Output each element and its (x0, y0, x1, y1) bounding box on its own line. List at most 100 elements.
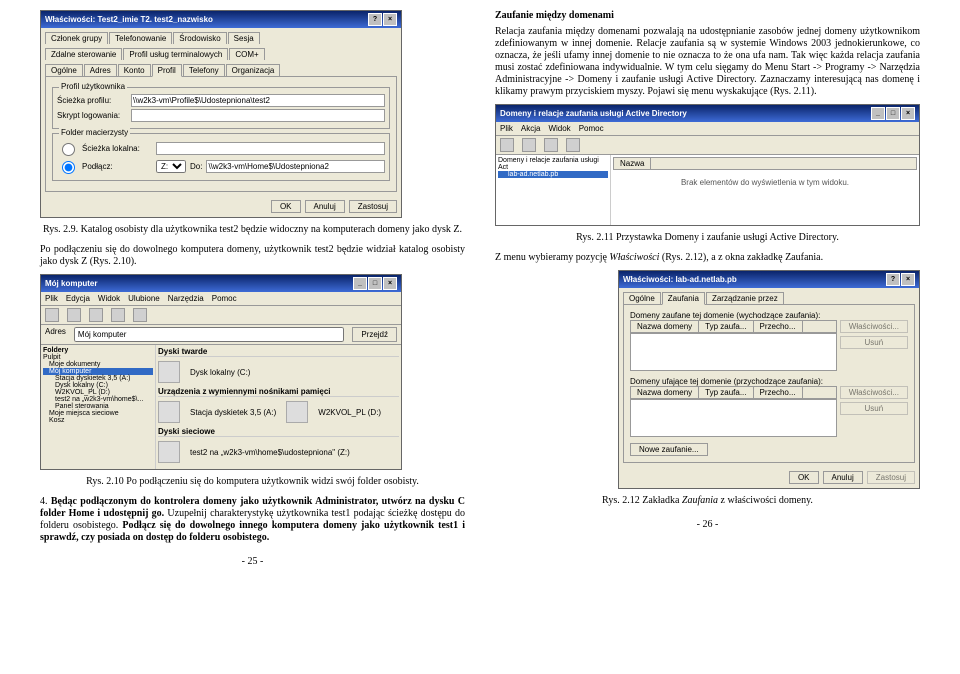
props-button[interactable]: Właściwości... (840, 320, 908, 333)
menu-edit[interactable]: Edycja (66, 294, 90, 303)
search-icon[interactable] (111, 308, 125, 322)
drive-a[interactable]: Stacja dyskietek 3,5 (A:) (190, 408, 276, 417)
tab-general[interactable]: Ogólne (45, 64, 83, 76)
tab-dialin[interactable]: Telefonowanie (109, 32, 172, 44)
back-icon[interactable] (45, 308, 59, 322)
tab-account[interactable]: Konto (118, 64, 151, 76)
col-domain[interactable]: Nazwa domeny (631, 321, 699, 332)
tree-trash[interactable]: Kosz (43, 417, 153, 424)
tree-desktop[interactable]: Pulpit (43, 354, 153, 361)
help-icon[interactable] (566, 138, 580, 152)
tab-session[interactable]: Sesja (228, 32, 260, 44)
address-input[interactable] (74, 327, 344, 342)
my-computer-window: Mój komputer _□× Plik Edycja Widok Ulubi… (40, 274, 402, 470)
profile-path-input[interactable] (131, 94, 385, 107)
tree-root[interactable]: Domeny i relacje zaufania usługi Act (498, 157, 608, 171)
tree-floppy[interactable]: Stacja dyskietek 3,5 (A:) (43, 375, 153, 382)
refresh-icon[interactable] (544, 138, 558, 152)
titlebar: Mój komputer _□× (41, 275, 401, 292)
menu-view[interactable]: Widok (548, 124, 570, 133)
help-icon[interactable]: ? (368, 13, 382, 26)
tab-remote[interactable]: Zdalne sterowanie (45, 48, 122, 60)
col-trans[interactable]: Przecho... (754, 321, 803, 332)
tab-address[interactable]: Adres (84, 64, 117, 76)
drive-select[interactable]: Z: (156, 160, 186, 173)
remove-button[interactable]: Usuń (840, 402, 908, 415)
para-menu: Z menu wybieramy pozycję Właściwości (Ry… (495, 252, 920, 264)
empty-msg: Brak elementów do wyświetlenia w tym wid… (613, 170, 917, 195)
fwd-icon[interactable] (67, 308, 81, 322)
page-number: - 25 - (40, 556, 465, 568)
folders-icon[interactable] (133, 308, 147, 322)
tree-net[interactable]: Moje miejsca sieciowe (43, 410, 153, 417)
connect-path-input[interactable] (206, 160, 385, 173)
apply-button[interactable]: Zastosuj (349, 200, 397, 213)
titlebar: Właściwości: lab-ad.netlab.pb ?× (619, 271, 919, 288)
menu-view[interactable]: Widok (98, 294, 120, 303)
tab-phones[interactable]: Telefony (183, 64, 225, 76)
help-icon[interactable]: ? (886, 273, 900, 286)
col-domain[interactable]: Nazwa domeny (631, 387, 699, 398)
cancel-button[interactable]: Anuluj (305, 200, 345, 213)
drive-d[interactable]: W2KVOL_PL (D:) (318, 408, 381, 417)
up-icon[interactable] (89, 308, 103, 322)
props-button[interactable]: Właściwości... (840, 386, 908, 399)
tree-domain[interactable]: lab-ad.netlab.pb (498, 171, 608, 178)
col-name[interactable]: Nazwa (614, 158, 651, 169)
max-icon[interactable]: □ (368, 277, 382, 290)
menu-action[interactable]: Akcja (521, 124, 541, 133)
max-icon[interactable]: □ (886, 107, 900, 120)
close-icon[interactable]: × (901, 273, 915, 286)
folder-group: Folder macierzysty (59, 128, 130, 137)
tab-profile[interactable]: Profil (152, 64, 182, 77)
menu-file[interactable]: Plik (500, 124, 513, 133)
tree-docs[interactable]: Moje dokumenty (43, 361, 153, 368)
tab-env[interactable]: Środowisko (173, 32, 226, 44)
tree-mycomp[interactable]: Mój komputer (43, 368, 153, 375)
logon-script-input[interactable] (131, 109, 385, 122)
ad-domains-trusts-window: Domeny i relacje zaufania usługi Active … (495, 104, 920, 226)
menu-file[interactable]: Plik (45, 294, 58, 303)
tab-org[interactable]: Organizacja (226, 64, 281, 76)
col-type[interactable]: Typ zaufa... (699, 321, 753, 332)
tree-z[interactable]: test2 na „w2k3-vm\home$\... (43, 396, 153, 403)
local-radio[interactable] (62, 143, 75, 156)
out-trusts-list (630, 333, 837, 371)
close-icon[interactable]: × (383, 13, 397, 26)
go-button[interactable]: Przejdź (352, 327, 397, 342)
tree-cp[interactable]: Panel sterowania (43, 403, 153, 410)
back-icon[interactable] (500, 138, 514, 152)
drive-c[interactable]: Dysk lokalny (C:) (190, 368, 250, 377)
min-icon[interactable]: _ (871, 107, 885, 120)
drive-z[interactable]: test2 na „w2k3-vm\home$\udostepniona" (Z… (190, 448, 350, 457)
local-path-input[interactable] (156, 142, 385, 155)
ok-button[interactable]: OK (271, 200, 301, 213)
props-icon[interactable] (522, 138, 536, 152)
cancel-button[interactable]: Anuluj (823, 471, 863, 484)
window-title: Właściwości: lab-ad.netlab.pb (623, 275, 737, 284)
col-trans[interactable]: Przecho... (754, 387, 803, 398)
col-type[interactable]: Typ zaufa... (699, 387, 753, 398)
menu-help[interactable]: Pomoc (212, 294, 237, 303)
ok-button[interactable]: OK (789, 471, 819, 484)
trust-heading: Zaufanie między domenami (495, 10, 920, 22)
menu-fav[interactable]: Ulubione (128, 294, 160, 303)
tree-c[interactable]: Dysk lokalny (C:) (43, 382, 153, 389)
tab-com[interactable]: COM+ (229, 48, 264, 60)
min-icon[interactable]: _ (353, 277, 367, 290)
tree-d[interactable]: W2KVOL_PL (D:) (43, 389, 153, 396)
close-icon[interactable]: × (383, 277, 397, 290)
folders-header: Foldery (43, 347, 153, 354)
tab-managed[interactable]: Zarządzanie przez (706, 292, 784, 304)
connect-radio[interactable] (62, 161, 75, 174)
tab-general[interactable]: Ogólne (623, 292, 661, 304)
remove-button[interactable]: Usuń (840, 336, 908, 349)
close-icon[interactable]: × (901, 107, 915, 120)
tab-member[interactable]: Członek grupy (45, 32, 108, 44)
apply-button[interactable]: Zastosuj (867, 471, 915, 484)
tab-trusts[interactable]: Zaufania (662, 292, 705, 305)
tab-ts-profile[interactable]: Profil usług terminalowych (123, 48, 228, 60)
menu-help[interactable]: Pomoc (579, 124, 604, 133)
new-trust-button[interactable]: Nowe zaufanie... (630, 443, 708, 456)
menu-tools[interactable]: Narzędzia (168, 294, 204, 303)
